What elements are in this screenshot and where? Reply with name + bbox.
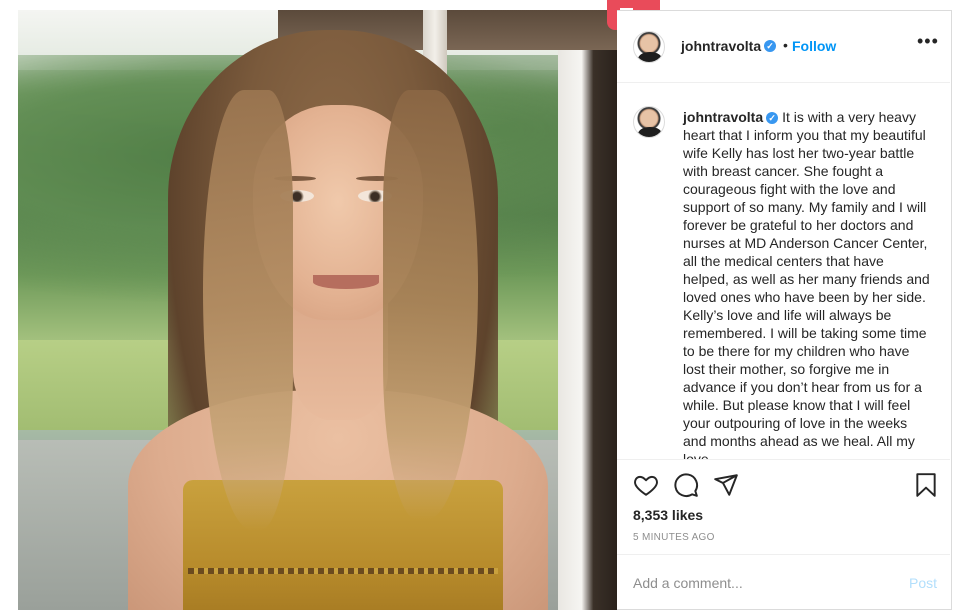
author-avatar[interactable] (633, 31, 665, 63)
post-comment-button[interactable]: Post (909, 575, 937, 591)
post-header: johntravolta ✓ • Follow ••• (617, 11, 950, 83)
caption-author-username[interactable]: johntravolta (683, 109, 763, 125)
verified-badge-icon: ✓ (764, 40, 776, 52)
comment-box: Post (617, 554, 950, 610)
caption-area[interactable]: johntravolta ✓ It is with a very heavy hea… (617, 84, 950, 459)
follow-button[interactable]: Follow (792, 38, 836, 54)
follow-separator: • (783, 37, 788, 53)
photo-dress-trim (188, 568, 498, 574)
caption: johntravolta ✓ It is with a very heavy hea… (683, 108, 933, 459)
post-photo[interactable] (18, 10, 617, 610)
likes-count[interactable]: 8,353 likes (633, 507, 703, 523)
author-username[interactable]: johntravolta (681, 38, 761, 54)
avatar-suit (638, 127, 662, 137)
comment-input[interactable] (633, 572, 883, 594)
more-options-icon[interactable]: ••• (917, 31, 939, 52)
avatar-suit (638, 52, 662, 62)
bookmark-icon[interactable] (913, 472, 939, 498)
post-timestamp[interactable]: 5 MINUTES AGO (633, 532, 715, 543)
photo-doorway (558, 50, 617, 610)
caption-text: It is with a very heavy heart that I inf… (683, 109, 930, 459)
instagram-post-view: 4 johntravolta ✓ • Follow ••• johntravol… (0, 0, 962, 615)
share-icon[interactable] (713, 472, 739, 498)
heart-icon[interactable] (633, 472, 659, 498)
post-actions: 8,353 likes 5 MINUTES AGO (617, 459, 950, 554)
post-side-panel: johntravolta ✓ • Follow ••• johntravolta… (617, 10, 952, 610)
verified-badge-icon: ✓ (766, 112, 779, 124)
caption-author-avatar[interactable] (633, 106, 665, 138)
comment-icon[interactable] (673, 472, 699, 498)
photo-mouth (313, 275, 379, 289)
